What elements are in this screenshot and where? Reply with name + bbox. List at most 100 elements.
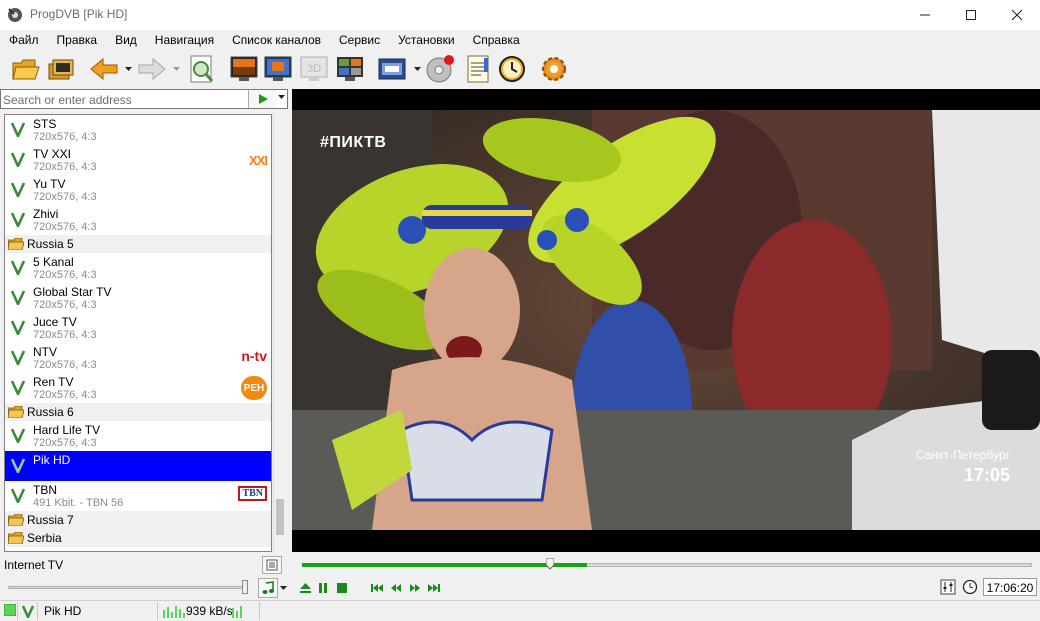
- channel-name: Ren TV: [33, 375, 74, 389]
- channels-button[interactable]: [46, 53, 78, 85]
- timer-button[interactable]: [962, 579, 978, 598]
- scheduler-clock-icon: [499, 56, 525, 82]
- settings-button[interactable]: [538, 53, 570, 85]
- channel-item-ntv[interactable]: NTV 720x576, 4:3 n-tv: [5, 343, 271, 373]
- 3d-button[interactable]: 3D: [298, 53, 330, 85]
- menu-file[interactable]: Файл: [0, 30, 48, 50]
- audio-track-button[interactable]: [258, 578, 278, 598]
- channel-name: TV XXI: [33, 147, 72, 161]
- clock-icon: [962, 579, 978, 595]
- menu-service[interactable]: Сервис: [330, 30, 389, 50]
- channel-item-pik-hd[interactable]: Pik HD: [5, 451, 271, 481]
- back-arrow-icon: [90, 57, 118, 81]
- pause-button[interactable]: [316, 581, 330, 595]
- back-dropdown[interactable]: [124, 65, 132, 73]
- menu-settings[interactable]: Установки: [389, 30, 463, 50]
- close-icon: [1011, 9, 1023, 21]
- channel-logo-overlay: #ПИКТВ: [320, 134, 387, 151]
- epg-dropdown[interactable]: [413, 65, 421, 73]
- channel-item-hard-life-tv[interactable]: Hard Life TV 720x576, 4:3: [5, 421, 271, 451]
- menu-channel-list[interactable]: Список каналов: [223, 30, 330, 50]
- channel-item-sts[interactable]: STS 720x576, 4:3: [5, 115, 271, 145]
- monitor-button[interactable]: [262, 53, 294, 85]
- channel-group-russia-5[interactable]: Russia 5: [5, 235, 271, 253]
- forward-dropdown[interactable]: [172, 65, 180, 73]
- bitrate-meter-icon: [163, 606, 185, 618]
- channel-item-tv-xxi[interactable]: TV XXI 720x576, 4:3 XXI: [5, 145, 271, 175]
- channel-info: 720x576, 4:3: [33, 359, 97, 371]
- volume-handle[interactable]: [242, 580, 248, 594]
- channel-logo-tbn: TBN: [238, 486, 267, 501]
- channel-group-russia-7[interactable]: Russia 7: [5, 511, 271, 529]
- maximize-button[interactable]: [948, 0, 994, 30]
- seek-handle[interactable]: [546, 558, 554, 570]
- go-button[interactable]: [248, 90, 276, 108]
- channel-item-global-star-tv[interactable]: Global Star TV 720x576, 4:3: [5, 283, 271, 313]
- tv-channel-icon: [11, 350, 25, 365]
- menu-navigation[interactable]: Навигация: [146, 30, 223, 50]
- channel-item-yu-tv[interactable]: Yu TV 720x576, 4:3: [5, 175, 271, 205]
- channel-item-ren-tv[interactable]: Ren TV 720x576, 4:3 РЕН: [5, 373, 271, 403]
- tv-screen-button[interactable]: [228, 53, 260, 85]
- scheduler-button[interactable]: [496, 53, 528, 85]
- play-arrow-icon: [258, 94, 268, 104]
- channel-name: Pik HD: [33, 453, 71, 467]
- stop-button[interactable]: [335, 581, 349, 595]
- eject-button[interactable]: [298, 581, 312, 595]
- tv-channel-icon: [11, 212, 25, 227]
- tv-channel-icon: [11, 380, 25, 395]
- menu-help[interactable]: Справка: [464, 30, 529, 50]
- channel-list-view-button[interactable]: [262, 556, 282, 574]
- menu-view[interactable]: Вид: [106, 30, 146, 50]
- channel-list-scrollbar[interactable]: [273, 114, 285, 552]
- fast-forward-button[interactable]: [408, 581, 422, 595]
- close-button[interactable]: [994, 0, 1040, 30]
- channel-group-russia-6[interactable]: Russia 6: [5, 403, 271, 421]
- channel-item-5-kanal[interactable]: 5 Kanal 720x576, 4:3: [5, 253, 271, 283]
- skip-back-button[interactable]: [370, 581, 384, 595]
- channel-group-serbia[interactable]: Serbia: [5, 529, 271, 547]
- channel-info: 720x576, 4:3: [33, 389, 97, 401]
- status-channel: Pik HD: [40, 602, 158, 620]
- multi-screen-button[interactable]: [334, 53, 366, 85]
- tv-channel-icon: [11, 182, 25, 197]
- channel-list[interactable]: STS 720x576, 4:3 TV XXI 720x576, 4:3 XXI Yu T…: [4, 114, 272, 552]
- dropdown-arrow-icon: [124, 66, 132, 71]
- scrollbar-thumb[interactable]: [276, 499, 284, 535]
- scan-button[interactable]: [186, 53, 218, 85]
- notes-button[interactable]: [462, 53, 494, 85]
- dropdown-arrow-icon[interactable]: [280, 586, 287, 591]
- progdvb-app-icon[interactable]: [6, 6, 24, 24]
- minimize-button[interactable]: [902, 0, 948, 30]
- folder-icon: [8, 238, 24, 250]
- epg-button[interactable]: [376, 53, 408, 85]
- menu-edit[interactable]: Правка: [48, 30, 107, 50]
- tv-channel-icon: [11, 428, 25, 443]
- window-title: ProgDVB [Pik HD]: [30, 7, 128, 21]
- skip-forward-button[interactable]: [427, 581, 441, 595]
- seek-buffered: [302, 563, 587, 567]
- volume-track[interactable]: [8, 586, 248, 589]
- seek-bar[interactable]: [302, 558, 1032, 572]
- svg-text:3D: 3D: [307, 63, 321, 75]
- menu-bar: Файл Правка Вид Навигация Список каналов…: [0, 30, 628, 50]
- channel-item-zhivi[interactable]: Zhivi 720x576, 4:3: [5, 205, 271, 235]
- back-button[interactable]: [88, 53, 120, 85]
- forward-button[interactable]: [136, 53, 168, 85]
- tv-channel-icon: [11, 260, 25, 275]
- volume-slider[interactable]: [8, 579, 248, 595]
- dropdown-arrow-icon: [172, 66, 180, 71]
- rewind-button[interactable]: [389, 581, 403, 595]
- video-player[interactable]: #ПИКТВ Санкт-Петербург 17:05: [292, 89, 1040, 552]
- channel-item-juce-tv[interactable]: Juce TV 720x576, 4:3: [5, 313, 271, 343]
- channel-v-icon: [21, 605, 35, 621]
- rewind-icon: [391, 584, 401, 592]
- open-folder-button[interactable]: [10, 53, 42, 85]
- dropdown-arrow-icon[interactable]: [278, 95, 285, 100]
- fast-forward-icon: [410, 584, 420, 592]
- address-input[interactable]: [3, 92, 243, 107]
- record-button[interactable]: [424, 53, 456, 85]
- notepad-icon: [467, 55, 489, 83]
- equalizer-button[interactable]: [940, 579, 956, 598]
- channel-item-tbn[interactable]: TBN 491 Kbit. - TBN 56 TBN: [5, 481, 271, 511]
